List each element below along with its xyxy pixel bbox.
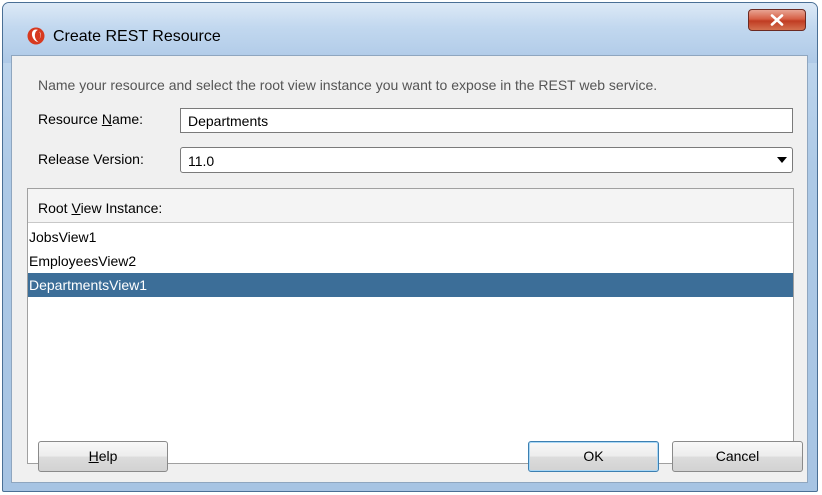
resource-name-input[interactable]: Departments: [180, 108, 793, 133]
app-logo-icon: [27, 27, 45, 45]
release-version-label: Release Version:: [38, 151, 144, 167]
window-title: Create REST Resource: [53, 28, 221, 45]
ok-button[interactable]: OK: [528, 441, 659, 472]
release-version-select[interactable]: 11.0: [180, 147, 793, 173]
cancel-button[interactable]: Cancel: [672, 441, 803, 472]
release-version-value: 11.0: [188, 153, 215, 169]
help-button[interactable]: Help: [38, 441, 168, 472]
close-icon: [770, 14, 784, 26]
list-header: Root View Instance:: [28, 189, 793, 223]
root-view-instance-list[interactable]: Root View Instance: JobsView1 EmployeesV…: [27, 188, 794, 464]
close-button[interactable]: [748, 9, 806, 31]
chevron-down-icon: [777, 157, 787, 163]
list-item[interactable]: EmployeesView2: [28, 249, 793, 273]
list-item-selected[interactable]: DepartmentsView1: [28, 273, 793, 297]
instruction-text: Name your resource and select the root v…: [38, 77, 658, 93]
resource-name-label: Resource Name:: [38, 111, 144, 127]
list-item[interactable]: JobsView1: [28, 225, 793, 249]
list-header-label: Root View Instance:: [38, 200, 163, 216]
title-bar[interactable]: Create REST Resource: [3, 3, 817, 63]
